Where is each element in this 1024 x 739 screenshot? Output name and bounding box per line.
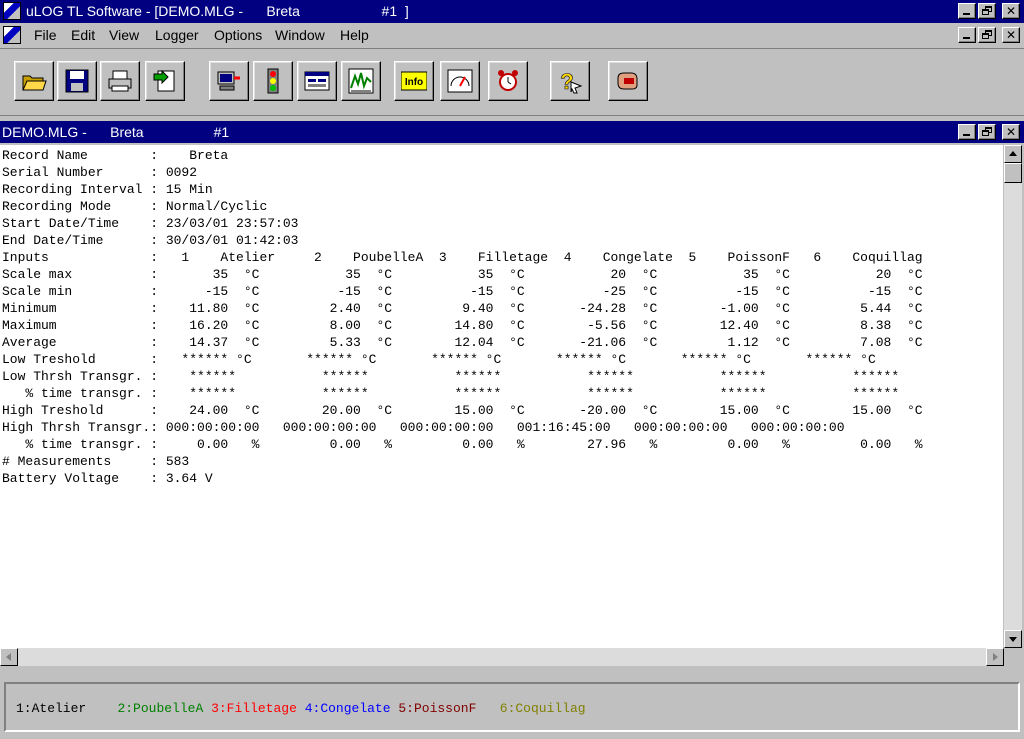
menu-window[interactable]: Window bbox=[275, 27, 325, 44]
vertical-scroll-thumb[interactable] bbox=[1004, 163, 1022, 183]
vertical-scrollbar[interactable] bbox=[1004, 145, 1022, 648]
report-line-low-transgr: Low Thrsh Transgr. : ****** ****** *****… bbox=[2, 369, 900, 384]
report-line-scale-min: Scale min : -15 °C -15 °C -15 °C -25 °C … bbox=[2, 284, 923, 299]
app-title-bar[interactable]: uLOG TL Software - [DEMO.MLG - Breta #1 … bbox=[0, 0, 1024, 23]
report-line-low-time-transgr: % time transgr. : ****** ****** ****** *… bbox=[2, 386, 900, 401]
document-system-menu-icon[interactable] bbox=[3, 26, 21, 44]
printer-icon bbox=[108, 70, 132, 92]
doc-restore-button[interactable] bbox=[978, 27, 996, 43]
report-text: Record Name : Breta Serial Number : 0092… bbox=[2, 147, 923, 487]
report-line-recording-interval: Recording Interval : 15 Min bbox=[2, 182, 213, 197]
report-line-record-name: Record Name : Breta bbox=[2, 148, 229, 163]
open-file-button[interactable] bbox=[14, 61, 54, 101]
arrow-down-icon bbox=[1009, 637, 1017, 642]
info-icon: Info bbox=[401, 71, 427, 91]
open-folder-icon bbox=[22, 75, 47, 91]
scroll-left-button[interactable] bbox=[0, 648, 18, 666]
help-icon: ? bbox=[560, 69, 583, 94]
report-line-high-time-transgr: % time transgr. : 0.00 % 0.00 % 0.00 % 2… bbox=[2, 437, 923, 452]
arrow-up-icon bbox=[1009, 151, 1017, 156]
report-line-maximum: Maximum : 16.20 °C 8.00 °C 14.80 °C -5.5… bbox=[2, 318, 923, 333]
save-disk-icon bbox=[65, 69, 89, 93]
exit-button[interactable] bbox=[608, 61, 648, 101]
legend-channel-2: 2:PoubelleA bbox=[117, 701, 204, 716]
exit-icon bbox=[617, 72, 638, 90]
menu-bar: File Edit View Logger Options Window Hel… bbox=[0, 24, 1024, 46]
scroll-right-button[interactable] bbox=[986, 648, 1004, 666]
report-line-end-date: End Date/Time : 30/03/01 01:42:03 bbox=[2, 233, 299, 248]
alarm-clock-icon bbox=[498, 70, 518, 91]
info-icon-label: Info bbox=[405, 77, 423, 88]
report-close-button[interactable]: ✕ bbox=[1002, 124, 1020, 140]
doc-minimize-button[interactable] bbox=[958, 27, 976, 43]
export-icon bbox=[153, 69, 175, 92]
document-title-bar[interactable]: DEMO.MLG - Breta #1 ✕ bbox=[0, 121, 1024, 143]
menu-logger[interactable]: Logger bbox=[155, 27, 199, 44]
scroll-down-button[interactable] bbox=[1004, 630, 1022, 648]
doc-close-button[interactable]: ✕ bbox=[1002, 27, 1020, 43]
channel-legend: 1:Atelier 2:PoubelleA 3:Filletage 4:Cong… bbox=[4, 682, 1020, 732]
report-line-serial-number: Serial Number : 0092 bbox=[2, 165, 198, 180]
menu-file[interactable]: File bbox=[34, 27, 57, 44]
chart-icon bbox=[348, 68, 374, 94]
report-line-start-date: Start Date/Time : 23/03/01 23:57:03 bbox=[2, 216, 299, 231]
legend-channel-5: 5:PoissonF bbox=[398, 701, 477, 716]
report-maximize-button[interactable] bbox=[978, 124, 996, 140]
logger-connect-button[interactable] bbox=[209, 61, 249, 101]
legend-channel-4: 4:Congelate bbox=[304, 701, 391, 716]
save-button[interactable] bbox=[57, 61, 97, 101]
gauge-icon bbox=[447, 69, 473, 93]
report-line-high-threshold: High Treshold : 24.00 °C 20.00 °C 15.00 … bbox=[2, 403, 923, 418]
scroll-up-button[interactable] bbox=[1004, 145, 1022, 163]
settings-panel-icon bbox=[304, 71, 330, 91]
report-line-low-threshold: Low Treshold : ****** °C ****** °C *****… bbox=[2, 352, 876, 367]
app-logo-icon[interactable] bbox=[3, 2, 21, 20]
document-title: DEMO.MLG - Breta #1 bbox=[2, 124, 230, 140]
logger-connect-icon bbox=[217, 71, 240, 91]
traffic-light-icon bbox=[267, 68, 279, 94]
app-close-button[interactable]: ✕ bbox=[1002, 3, 1020, 19]
legend-channel-1: 1:Atelier bbox=[16, 701, 87, 716]
menu-help[interactable]: Help bbox=[340, 27, 369, 44]
horizontal-scrollbar[interactable] bbox=[0, 648, 1004, 666]
report-line-recording-mode: Recording Mode : Normal/Cyclic bbox=[2, 199, 268, 214]
report-line-inputs: Inputs : 1 Atelier 2 PoubelleA 3 Filleta… bbox=[2, 250, 923, 265]
report-minimize-button[interactable] bbox=[958, 124, 976, 140]
gauge-button[interactable] bbox=[440, 61, 480, 101]
report-line-high-transgr: High Thrsh Transgr.: 000:00:00:00 000:00… bbox=[2, 420, 845, 435]
export-button[interactable] bbox=[145, 61, 185, 101]
report-line-battery-voltage: Battery Voltage : 3.64 V bbox=[2, 471, 213, 486]
info-button[interactable]: Info bbox=[394, 61, 434, 101]
toolbar: Info ? bbox=[0, 48, 1024, 116]
arrow-right-icon bbox=[993, 653, 998, 661]
help-button[interactable]: ? bbox=[550, 61, 590, 101]
status-button[interactable] bbox=[253, 61, 293, 101]
legend-text: 1:Atelier 2:PoubelleA 3:Filletage 4:Cong… bbox=[16, 700, 586, 717]
arrow-left-icon bbox=[6, 653, 11, 661]
legend-channel-6: 6:Coquillag bbox=[499, 701, 586, 716]
report-view: Record Name : Breta Serial Number : 0092… bbox=[0, 145, 1003, 648]
print-button[interactable] bbox=[100, 61, 140, 101]
report-line-average: Average : 14.37 °C 5.33 °C 12.04 °C -21.… bbox=[2, 335, 923, 350]
alarm-button[interactable] bbox=[488, 61, 528, 101]
report-line-measurements: # Measurements : 583 bbox=[2, 454, 190, 469]
legend-channel-3: 3:Filletage bbox=[211, 701, 297, 716]
menu-view[interactable]: View bbox=[109, 27, 139, 44]
chart-button[interactable] bbox=[341, 61, 381, 101]
app-restore-button[interactable] bbox=[978, 3, 996, 19]
report-line-minimum: Minimum : 11.80 °C 2.40 °C 9.40 °C -24.2… bbox=[2, 301, 923, 316]
settings-button[interactable] bbox=[297, 61, 337, 101]
app-title: uLOG TL Software - [DEMO.MLG - Breta #1 … bbox=[26, 3, 409, 19]
report-line-scale-max: Scale max : 35 °C 35 °C 35 °C 20 °C 35 °… bbox=[2, 267, 923, 282]
menu-options[interactable]: Options bbox=[214, 27, 262, 44]
app-minimize-button[interactable] bbox=[958, 3, 976, 19]
menu-edit[interactable]: Edit bbox=[71, 27, 95, 44]
